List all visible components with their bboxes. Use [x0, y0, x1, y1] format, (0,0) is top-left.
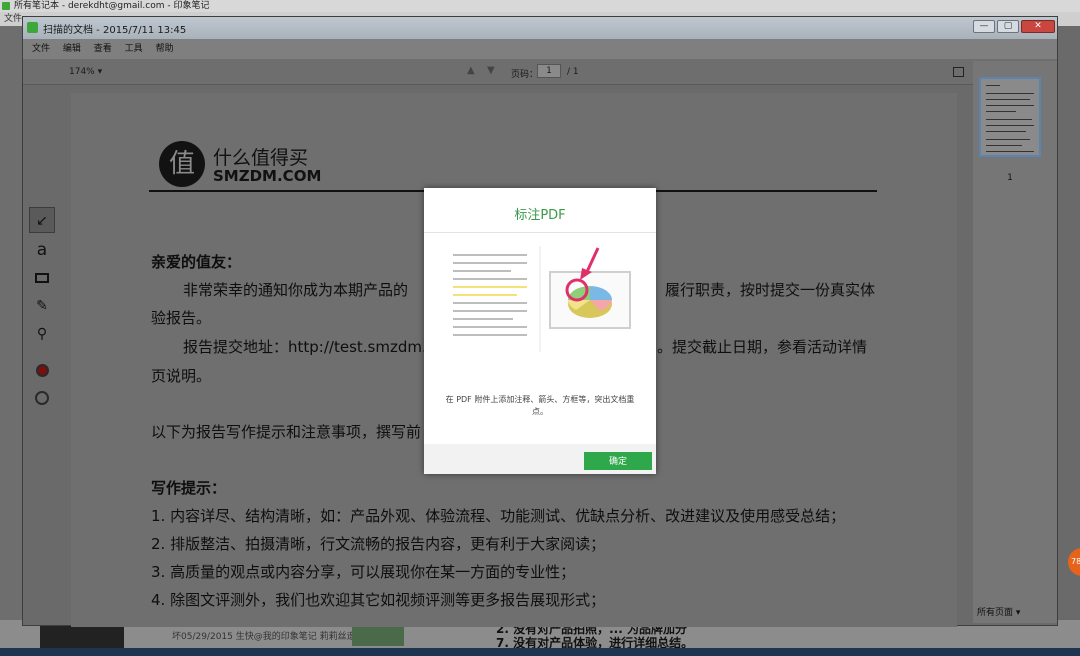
minimize-button[interactable]: —	[973, 20, 995, 33]
tip-line: 4. 除图文评测外，我们也欢迎其它如视频评测等更多报告展现形式；	[151, 591, 606, 609]
pen-icon: ✎	[36, 298, 48, 314]
stamp-tool[interactable]: ⚲	[29, 321, 55, 347]
chevron-down-icon: ▾	[97, 67, 103, 77]
thumbnail-pane: 1 所有页面 ▾	[973, 61, 1057, 623]
menu-edit[interactable]: 编辑	[63, 44, 81, 54]
thumbnail-page-number: 1	[1007, 173, 1013, 183]
pie-chart-illustration-icon	[549, 271, 631, 329]
logo-chinese-text: 什么值得买	[213, 147, 309, 169]
pdf-window-title: 扫描的文档 - 2015/7/11 13:45	[43, 25, 187, 36]
paragraph-line: 。提交截止日期，参看活动详情	[657, 338, 868, 356]
paragraph-line: 履行职责，按时提交一份真实体	[665, 281, 876, 299]
note-thumbnail[interactable]	[352, 624, 404, 646]
stroke-width-tool[interactable]	[29, 385, 55, 411]
logo-english-text: SMZDM.COM	[213, 167, 322, 185]
tip-line: 1. 内容详尽、结构清晰，如：产品外观、体验流程、功能测试、优缺点分析、改进建议…	[151, 507, 846, 525]
paragraph-line: 页说明。	[151, 367, 212, 385]
evernote-logo-icon	[2, 2, 10, 10]
paragraph-line: 报告提交地址：http://test.smzdm.	[183, 338, 427, 356]
arrow-tool[interactable]: ↙	[29, 207, 55, 233]
background-titlebar: 所有笔记本 - derekdht@gmail.com - 印象笔记	[0, 0, 1080, 12]
tips-heading: 写作提示：	[151, 479, 227, 497]
menu-tools[interactable]: 工具	[125, 44, 143, 54]
background-menu-file[interactable]: 文件	[4, 14, 22, 24]
paragraph-line: 非常荣幸的通知你成为本期产品的	[183, 281, 409, 299]
document-illustration-icon	[453, 254, 527, 336]
zoom-select[interactable]: 174% ▾	[69, 67, 102, 77]
background-left-strip	[0, 26, 22, 620]
maximize-button[interactable]: ▢	[997, 20, 1019, 33]
note-snippet[interactable]: 坏05/29/2015 生快@我的印象笔记 莉莉丝遥风...	[172, 629, 373, 642]
rectangle-tool[interactable]	[29, 265, 55, 291]
evernote-app-icon	[27, 22, 38, 33]
logo-mark: 值	[159, 141, 205, 187]
red-color-icon	[35, 363, 49, 377]
annotate-pdf-dialog: 标注PDF 在 PDF 附件上添加注释、箭头、方框等，突出文档重点。 确定	[424, 188, 656, 474]
close-button[interactable]: ✕	[1021, 20, 1055, 33]
greeting: 亲爱的值友：	[151, 253, 242, 271]
menu-file[interactable]: 文件	[32, 44, 50, 54]
background-right-strip	[1056, 26, 1080, 636]
page-total: / 1	[567, 67, 579, 77]
rectangle-icon	[35, 273, 49, 283]
page-filter-select[interactable]: 所有页面 ▾	[977, 605, 1020, 618]
windows-taskbar	[0, 648, 1080, 656]
zoom-value: 174%	[69, 67, 95, 77]
stamp-icon: ⚲	[36, 326, 48, 342]
sidebar-toggle-icon[interactable]	[953, 67, 964, 77]
tip-line: 2. 排版整洁、拍摄清晰，行文流畅的报告内容，更有利于大家阅读；	[151, 535, 606, 553]
color-tool[interactable]	[29, 357, 55, 383]
dialog-title: 标注PDF	[514, 208, 566, 223]
pdf-titlebar: 扫描的文档 - 2015/7/11 13:45 — ▢ ✕	[23, 17, 1057, 39]
arrow-icon: ↙	[36, 213, 48, 229]
page-number-input[interactable]: 1	[537, 64, 561, 78]
text-icon: a	[36, 240, 48, 260]
pdf-toolbar: 174% ▾ ▲ ▼ 页码： 1 / 1	[23, 59, 1057, 85]
stroke-width-icon	[35, 391, 49, 405]
dialog-footer: 确定	[424, 444, 656, 474]
annotation-toolbar: ↙ a ✎ ⚲	[27, 207, 57, 413]
previous-page-icon[interactable]: ▲	[467, 65, 475, 76]
tip-line: 3. 高质量的观点或内容分享，可以展现你在某一方面的专业性；	[151, 563, 576, 581]
paragraph-line: 验报告。	[151, 309, 212, 327]
menu-view[interactable]: 查看	[94, 44, 112, 54]
menu-help[interactable]: 帮助	[156, 44, 174, 54]
dialog-description: 在 PDF 附件上添加注释、箭头、方框等，突出文档重点。	[445, 395, 635, 416]
paragraph-line: 以下为报告写作提示和注意事项，撰写前	[151, 423, 422, 441]
dialog-divider	[424, 232, 656, 233]
page-thumbnail[interactable]	[979, 77, 1041, 157]
ok-button[interactable]: 确定	[584, 452, 652, 470]
background-window-title: 所有笔记本 - derekdht@gmail.com - 印象笔记	[14, 1, 210, 11]
pdf-menubar: 文件 编辑 查看 工具 帮助	[23, 39, 1057, 59]
next-page-icon[interactable]: ▼	[487, 65, 495, 76]
text-tool[interactable]: a	[29, 237, 55, 263]
pen-tool[interactable]: ✎	[29, 293, 55, 319]
page-label: 页码：	[511, 70, 539, 80]
annotation-illustration	[453, 246, 631, 352]
